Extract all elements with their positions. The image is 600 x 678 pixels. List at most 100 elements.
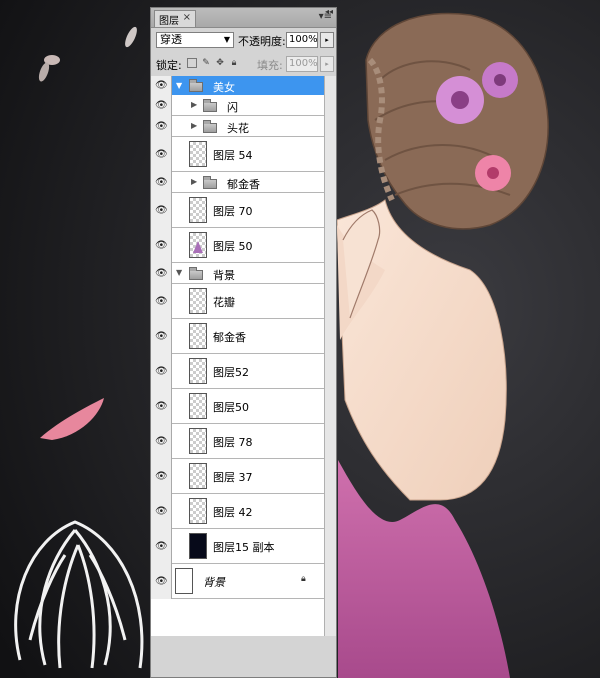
- expand-arrow-icon[interactable]: ▼: [176, 268, 182, 277]
- visibility-toggle[interactable]: 👁︎: [151, 424, 172, 459]
- blend-mode-value: 穿透: [160, 33, 182, 46]
- expand-arrow-icon[interactable]: ▼: [176, 81, 182, 90]
- folder-icon: [203, 99, 217, 112]
- visibility-toggle[interactable]: 👁︎: [151, 354, 172, 389]
- eye-icon: 👁︎: [155, 148, 168, 160]
- close-icon[interactable]: ×: [183, 12, 191, 23]
- layer-row[interactable]: 👁︎ 图层 37: [151, 459, 324, 494]
- layer-row[interactable]: 👁︎ 图层 54: [151, 137, 324, 172]
- layer-row[interactable]: 👁︎ ▼ 背景: [151, 263, 324, 284]
- lock-transparency-icon[interactable]: [187, 58, 197, 68]
- visibility-toggle[interactable]: 👁︎: [151, 494, 172, 529]
- lock-brush-icon[interactable]: ✎: [201, 58, 211, 68]
- layer-row[interactable]: 👁︎ 图层 70: [151, 193, 324, 228]
- visibility-toggle[interactable]: 👁︎: [151, 263, 172, 284]
- layer-name: 闪: [227, 101, 238, 114]
- layer-name: 图层52: [213, 366, 249, 379]
- expand-arrow-icon[interactable]: ▶: [191, 121, 197, 130]
- layer-name: 图层 50: [213, 240, 253, 253]
- layer-name: 背景: [213, 269, 235, 282]
- tab-layers-label: 图层: [159, 16, 179, 27]
- expand-arrow-icon[interactable]: ▶: [191, 177, 197, 186]
- eye-icon: 👁︎: [155, 365, 168, 377]
- folder-icon: [203, 120, 217, 133]
- layer-thumbnail: [189, 428, 207, 454]
- visibility-toggle[interactable]: 👁︎: [151, 116, 172, 137]
- tab-layers[interactable]: 图层 ×: [154, 10, 196, 27]
- layer-row[interactable]: 👁︎ 图层 50: [151, 228, 324, 263]
- visibility-toggle[interactable]: 👁︎: [151, 319, 172, 354]
- panel-footer: [151, 636, 336, 677]
- layer-row[interactable]: 👁︎ 图层15 副本: [151, 529, 324, 564]
- layer-thumbnail: [189, 358, 207, 384]
- folder-icon: [189, 79, 203, 92]
- eye-icon: 👁︎: [155, 330, 168, 342]
- layer-name: 美女: [213, 81, 235, 94]
- eye-icon: 👁︎: [155, 505, 168, 517]
- layer-name: 背景: [203, 576, 225, 589]
- layer-name: 郁金香: [213, 331, 246, 344]
- visibility-toggle[interactable]: 👁︎: [151, 193, 172, 228]
- fill-field[interactable]: 100%: [286, 56, 318, 72]
- layer-row[interactable]: 👁︎ ▼ 美女: [151, 76, 324, 95]
- layer-thumbnail: [189, 232, 207, 258]
- layer-row[interactable]: 👁︎ 图层50: [151, 389, 324, 424]
- layer-name: 图层 37: [213, 471, 253, 484]
- eye-icon: 👁︎: [155, 79, 168, 91]
- visibility-toggle[interactable]: 👁︎: [151, 389, 172, 424]
- eye-icon: 👁︎: [155, 435, 168, 447]
- eye-icon: 👁︎: [155, 204, 168, 216]
- layers-list: 👁︎ ▼ 美女 👁︎ ▶ 闪 👁︎ ▶ 头花 👁︎ 图层 54 👁︎ ▶ 郁金香…: [151, 76, 324, 636]
- fill-value: 100%: [289, 58, 318, 69]
- lock-label: 锁定:: [156, 59, 182, 72]
- blend-mode-select[interactable]: 穿透 ▼: [156, 32, 234, 48]
- layer-row[interactable]: 👁︎ ▶ 郁金香: [151, 172, 324, 193]
- layers-scrollbar[interactable]: [324, 76, 336, 636]
- visibility-toggle[interactable]: 👁︎: [151, 564, 172, 599]
- layer-row[interactable]: 👁︎ 花瓣: [151, 284, 324, 319]
- layer-thumbnail: [189, 533, 207, 559]
- opacity-value: 100%: [289, 34, 318, 45]
- opacity-label: 不透明度:: [238, 35, 286, 48]
- eye-icon: 👁︎: [155, 540, 168, 552]
- chevron-down-icon: ▼: [223, 35, 230, 44]
- visibility-toggle[interactable]: 👁︎: [151, 95, 172, 116]
- layer-thumbnail: [189, 141, 207, 167]
- layer-thumbnail: [189, 393, 207, 419]
- layer-row[interactable]: 👁︎ 图层 42: [151, 494, 324, 529]
- fill-slider-button[interactable]: ▸: [320, 56, 334, 72]
- opacity-slider-button[interactable]: ▸: [320, 32, 334, 48]
- opacity-field[interactable]: 100%: [286, 32, 318, 48]
- eye-icon: 👁︎: [155, 239, 168, 251]
- layer-name: 图层 78: [213, 436, 253, 449]
- layer-row[interactable]: 👁︎ 背景 🔒︎: [151, 564, 324, 599]
- blend-opacity-row: 穿透 ▼ 不透明度: 100% ▸: [154, 30, 334, 50]
- layer-thumbnail: [189, 323, 207, 349]
- eye-icon: 👁︎: [155, 470, 168, 482]
- layer-row[interactable]: 👁︎ ▶ 闪: [151, 95, 324, 116]
- layer-name: 头花: [227, 122, 249, 135]
- layer-thumbnail: [189, 463, 207, 489]
- visibility-toggle[interactable]: 👁︎: [151, 228, 172, 263]
- layer-name: 郁金香: [227, 178, 260, 191]
- layer-name: 图层50: [213, 401, 249, 414]
- expand-arrow-icon[interactable]: ▶: [191, 100, 197, 109]
- layer-name: 图层15 副本: [213, 541, 275, 554]
- layer-name: 花瓣: [213, 296, 235, 309]
- layer-row[interactable]: 👁︎ 图层52: [151, 354, 324, 389]
- visibility-toggle[interactable]: 👁︎: [151, 529, 172, 564]
- layer-row[interactable]: 👁︎ 郁金香: [151, 319, 324, 354]
- layer-row[interactable]: 👁︎ 图层 78: [151, 424, 324, 459]
- visibility-toggle[interactable]: 👁︎: [151, 76, 172, 95]
- visibility-toggle[interactable]: 👁︎: [151, 137, 172, 172]
- visibility-toggle[interactable]: 👁︎: [151, 284, 172, 319]
- layer-thumbnail: [189, 288, 207, 314]
- panel-menu-icon[interactable]: ▾≡: [319, 11, 332, 22]
- lock-move-icon[interactable]: ✥: [215, 58, 225, 68]
- eye-icon: 👁︎: [155, 267, 168, 279]
- layer-name: 图层 54: [213, 149, 253, 162]
- lock-all-icon[interactable]: 🔒︎: [229, 58, 239, 68]
- layer-row[interactable]: 👁︎ ▶ 头花: [151, 116, 324, 137]
- visibility-toggle[interactable]: 👁︎: [151, 172, 172, 193]
- visibility-toggle[interactable]: 👁︎: [151, 459, 172, 494]
